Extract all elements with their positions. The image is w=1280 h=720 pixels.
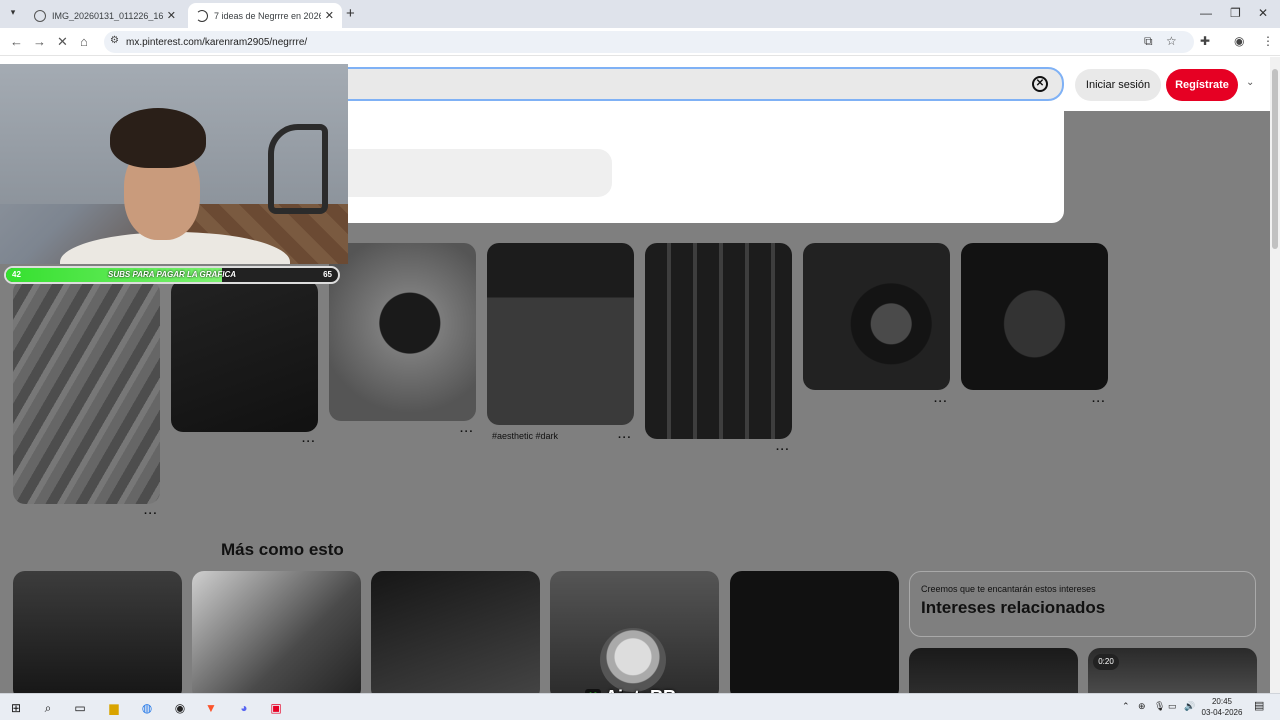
restore-button[interactable]: ❐: [1230, 6, 1241, 20]
browser-toolbar: ← → ✕ ⌂ ⚙ mx.pinterest.com/karenram2905/…: [0, 28, 1280, 56]
related-pin[interactable]: [192, 571, 361, 693]
extensions-icon[interactable]: ✚: [1200, 34, 1210, 48]
related-interests-card: Creemos que te encantarán estos interese…: [909, 571, 1256, 637]
loading-icon: [196, 9, 208, 22]
webcam-overlay: [0, 64, 348, 264]
tab-image[interactable]: IMG_20260131_011226_164.we ✕: [26, 3, 184, 28]
microphone-icon[interactable]: 🎙: [1154, 701, 1165, 712]
pin-more-icon[interactable]: ···: [302, 436, 316, 448]
site-info-icon[interactable]: ⚙: [110, 35, 119, 46]
goal-target: 65: [323, 270, 332, 279]
pin-more-icon[interactable]: ···: [934, 396, 948, 408]
pin-image[interactable]: [171, 280, 318, 432]
chevron-down-icon[interactable]: ⌄: [1246, 77, 1254, 88]
pin-more-icon[interactable]: ···: [1092, 396, 1106, 408]
close-tab-icon[interactable]: ✕: [325, 9, 334, 22]
pin-image[interactable]: [645, 243, 792, 439]
clock-time: 20:45: [1211, 697, 1233, 706]
task-view-icon[interactable]: ▭: [70, 698, 90, 718]
notifications-icon[interactable]: ▤: [1254, 699, 1264, 712]
forward-icon[interactable]: →: [33, 34, 46, 49]
close-window-button[interactable]: ✕: [1258, 6, 1268, 20]
register-button[interactable]: Regístrate: [1166, 69, 1238, 101]
page-scrollbar[interactable]: [1270, 57, 1280, 693]
related-pin[interactable]: [13, 571, 182, 693]
pin-more-icon[interactable]: ···: [776, 444, 790, 456]
tab-label: 7 ideas de Negrrre en 2026 | fo: [214, 10, 321, 21]
chrome-icon[interactable]: ◍: [137, 698, 157, 718]
goal-text: SUBS PARA PAGAR LA GRAFICA: [108, 270, 236, 279]
streamer-avatar-logo: [600, 628, 666, 692]
tray-app-icon[interactable]: ⊕: [1138, 701, 1146, 712]
browser-tab-strip: ▾ IMG_20260131_011226_164.we ✕ 7 ideas d…: [0, 0, 1280, 28]
profile-icon[interactable]: ◉: [1234, 34, 1244, 48]
windows-taskbar: ⊞ ⌕ ▭ ▆ ◍ ◉ ▼ ◕ ▣ ⌃ ⊕ 🎙 ▭ 🔊 20:45 03-04-…: [0, 693, 1280, 720]
volume-icon[interactable]: 🔊: [1184, 701, 1195, 712]
stop-loading-icon[interactable]: ✕: [57, 34, 68, 50]
related-pin[interactable]: [371, 571, 540, 693]
discord-icon[interactable]: ◕: [234, 698, 254, 718]
pin-image[interactable]: [13, 280, 160, 504]
back-icon[interactable]: ←: [10, 34, 23, 49]
menu-icon[interactable]: ⋮: [1262, 34, 1274, 48]
search-icon[interactable]: ⌕: [38, 698, 58, 718]
video-duration-badge: 0:20: [1093, 654, 1119, 670]
file-explorer-icon[interactable]: ▆: [104, 698, 124, 718]
more-like-this-heading: Más como esto: [221, 540, 344, 559]
search-suggestions-dropdown: [330, 103, 1064, 223]
tab-search-icon[interactable]: ▾: [6, 7, 20, 21]
clock-date: 03-04-2026: [1201, 708, 1243, 717]
pin-more-icon[interactable]: ···: [460, 426, 474, 438]
pin-image[interactable]: [487, 243, 634, 425]
address-bar[interactable]: ⚙ mx.pinterest.com/karenram2905/negrrre/: [104, 31, 1194, 53]
interests-title: Intereses relacionados: [921, 598, 1106, 617]
pin-tags: #aesthetic #dark: [492, 431, 559, 441]
scrollbar-thumb[interactable]: [1272, 69, 1278, 249]
url-text: mx.pinterest.com/karenram2905/negrrre/: [126, 36, 308, 48]
start-icon[interactable]: ⊞: [6, 698, 26, 718]
obs-icon[interactable]: ◉: [170, 698, 190, 718]
pin-more-icon[interactable]: ···: [618, 432, 632, 444]
network-icon[interactable]: ▭: [1168, 701, 1177, 712]
taskbar-clock[interactable]: 20:45 03-04-2026: [1200, 696, 1244, 718]
sub-goal-bar: 42 SUBS PARA PAGAR LA GRAFICA 65: [4, 266, 340, 284]
globe-icon: [34, 9, 46, 22]
exercise-bike: [268, 124, 328, 214]
new-tab-button[interactable]: +: [346, 5, 355, 22]
interest-thumbnail[interactable]: [909, 648, 1078, 693]
pin-more-icon[interactable]: ···: [144, 508, 158, 520]
search-input[interactable]: ✕: [330, 67, 1064, 101]
install-app-icon[interactable]: ⧉: [1144, 34, 1153, 49]
bookmark-star-icon[interactable]: ☆: [1166, 34, 1177, 48]
minimize-button[interactable]: —: [1200, 6, 1212, 20]
close-tab-icon[interactable]: ✕: [167, 9, 176, 22]
pin-image[interactable]: [961, 243, 1108, 390]
login-button[interactable]: Iniciar sesión: [1075, 69, 1161, 101]
pin-image[interactable]: [803, 243, 950, 390]
suggestion-placeholder[interactable]: [330, 149, 612, 197]
related-pin[interactable]: [730, 571, 899, 693]
pin-image[interactable]: [329, 243, 476, 421]
tray-arrow-icon[interactable]: ⌃: [1122, 701, 1130, 712]
clear-search-icon[interactable]: ✕: [1032, 76, 1048, 92]
home-icon[interactable]: ⌂: [80, 34, 88, 49]
interests-subtitle: Creemos que te encantarán estos interese…: [921, 584, 1096, 594]
voice-app-icon[interactable]: ▣: [266, 698, 286, 718]
tab-label: IMG_20260131_011226_164.we: [52, 10, 163, 21]
streamer-hair: [110, 108, 206, 168]
tab-pinterest[interactable]: 7 ideas de Negrrre en 2026 | fo ✕: [188, 3, 342, 28]
brave-icon[interactable]: ▼: [201, 698, 221, 718]
